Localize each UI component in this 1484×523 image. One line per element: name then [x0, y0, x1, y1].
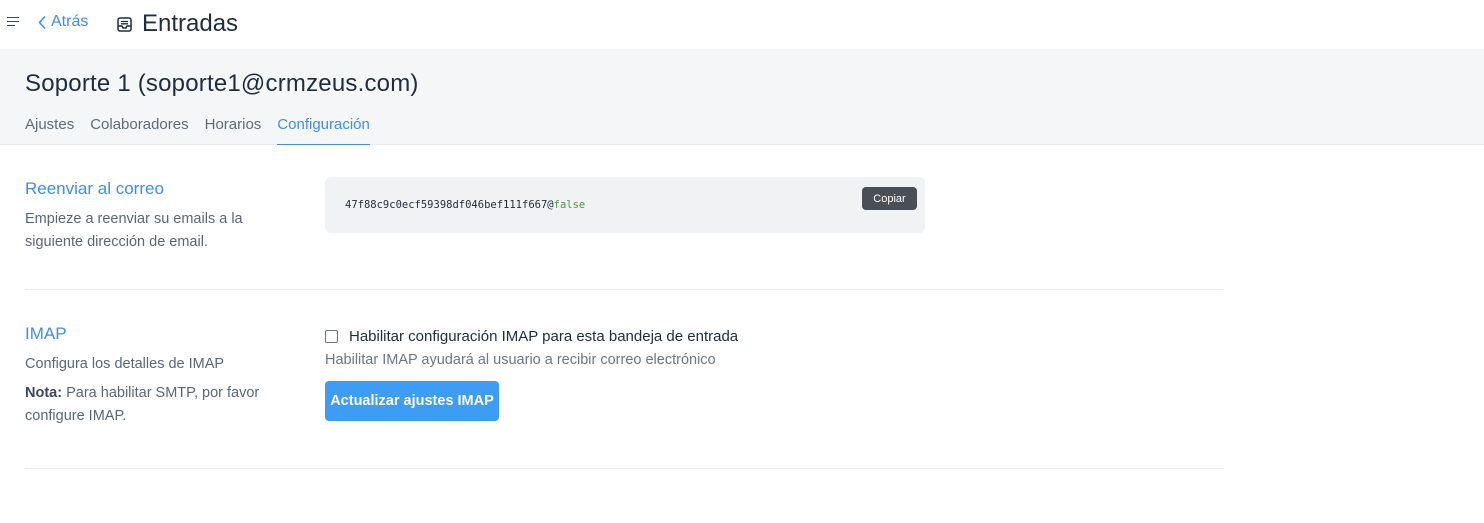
imap-help-text: Habilitar IMAP ayudará al usuario a reci…: [325, 352, 716, 368]
imap-enable-row: Habilitar configuración IMAP para esta b…: [325, 328, 738, 345]
inbox-name: Soporte 1 (soporte1@crmzeus.com): [25, 70, 419, 97]
imap-section-description: Configura los detalles de IMAP: [25, 356, 225, 372]
forward-section-description: Empieze a reenviar su emails a la siguie…: [25, 211, 243, 250]
back-label: Atrás: [51, 13, 89, 30]
copy-button[interactable]: Copiar: [862, 187, 917, 210]
forward-address-box: 47f88c9c0ecf59398df046bef111f667@false C…: [325, 177, 925, 233]
update-imap-button[interactable]: Actualizar ajustes IMAP: [325, 381, 499, 421]
imap-note-label: Nota:: [25, 385, 63, 401]
top-bar: Atrás Entradas: [0, 0, 1484, 49]
hamburger-menu-icon[interactable]: [7, 17, 19, 27]
imap-enable-checkbox[interactable]: [325, 330, 338, 343]
section-divider: [25, 468, 1224, 469]
forward-address-prefix: 47f88c9c0ecf59398df046bef111f667@: [345, 199, 554, 211]
tab-horarios[interactable]: Horarios: [205, 115, 262, 145]
settings-tabs: Ajustes Colaboradores Horarios Configura…: [25, 115, 386, 145]
back-button[interactable]: Atrás: [38, 13, 88, 31]
forward-address: 47f88c9c0ecf59398df046bef111f667@false: [345, 199, 585, 211]
inbox-header: Soporte 1 (soporte1@crmzeus.com) Ajustes…: [0, 49, 1484, 145]
tab-ajustes[interactable]: Ajustes: [25, 115, 74, 145]
tab-colaboradores[interactable]: Colaboradores: [90, 115, 188, 145]
imap-enable-label: Habilitar configuración IMAP para esta b…: [349, 328, 739, 345]
chevron-left-icon: [38, 15, 46, 29]
page-header: Entradas: [117, 10, 238, 38]
tab-configuracion[interactable]: Configuración: [277, 115, 370, 145]
imap-section-title: IMAP: [25, 324, 67, 343]
page-title: Entradas: [142, 10, 239, 37]
forward-address-suffix: false: [553, 199, 586, 211]
imap-note: Nota: Para habilitar SMTP, por favor con…: [25, 382, 275, 428]
forward-section-title: Reenviar al correo: [25, 179, 164, 198]
section-divider: [25, 289, 1224, 290]
inbox-icon: [117, 16, 132, 32]
